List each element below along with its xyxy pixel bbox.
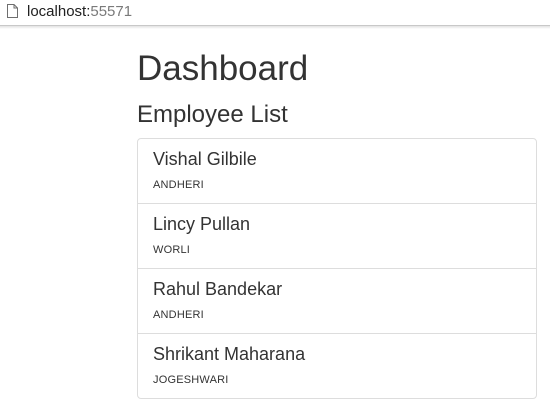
employee-location: WORLI xyxy=(153,244,191,256)
section-title: Employee List xyxy=(137,101,288,128)
url-port: 55571 xyxy=(90,3,133,20)
url-text[interactable]: localhost:55571 xyxy=(27,3,132,21)
toolbar-divider xyxy=(0,26,550,29)
main-content: Dashboard Employee List Vishal Gilbile A… xyxy=(137,44,537,399)
employee-name: Shrikant Maharana xyxy=(153,344,306,364)
employee-list: Vishal Gilbile ANDHERI Lincy Pullan WORL… xyxy=(137,138,537,399)
employee-location: JOGESHWARI xyxy=(153,374,229,386)
employee-name: Rahul Bandekar xyxy=(153,279,283,299)
employee-list-item[interactable]: Lincy Pullan WORLI xyxy=(138,203,536,268)
employee-list-item[interactable]: Vishal Gilbile ANDHERI xyxy=(138,139,536,203)
employee-list-item[interactable]: Shrikant Maharana JOGESHWARI xyxy=(138,333,536,398)
employee-location: ANDHERI xyxy=(153,309,204,321)
url-host: localhost: xyxy=(27,3,91,20)
employee-name: Vishal Gilbile xyxy=(153,149,257,169)
page-icon xyxy=(7,4,18,18)
employee-location: ANDHERI xyxy=(153,179,204,191)
employee-name: Lincy Pullan xyxy=(153,214,251,234)
employee-list-item[interactable]: Rahul Bandekar ANDHERI xyxy=(138,268,536,333)
address-bar[interactable]: localhost:55571 xyxy=(0,0,550,26)
page-title: Dashboard xyxy=(137,49,309,88)
